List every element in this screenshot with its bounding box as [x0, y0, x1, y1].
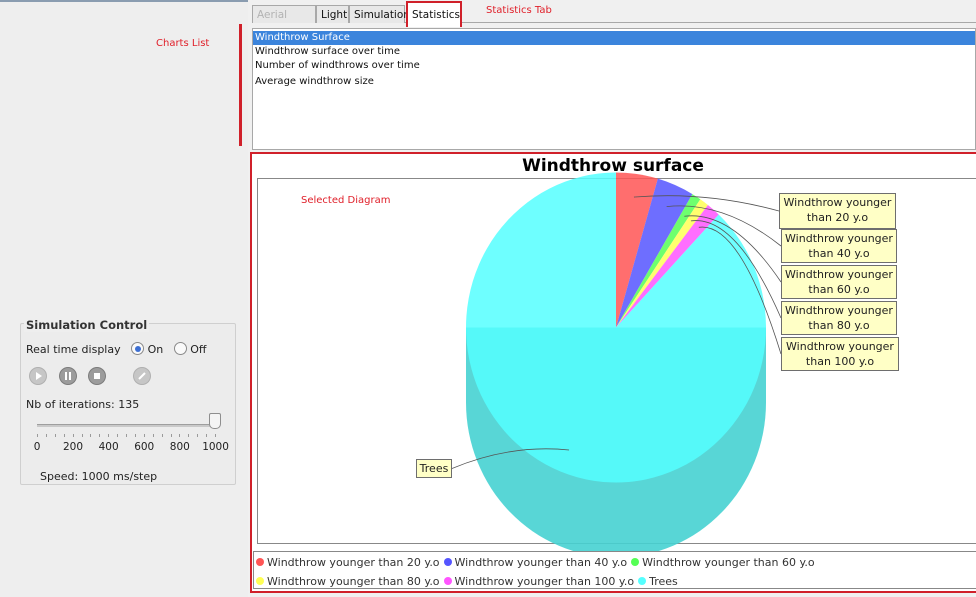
tab-statistics[interactable]: Statistics [406, 1, 462, 27]
slider-tick [170, 434, 172, 437]
legend-swatch [443, 577, 452, 585]
slider-tick [134, 434, 136, 437]
slider-tick [206, 434, 208, 437]
slider-tick-label: 800 [169, 441, 190, 453]
selected-diagram-annotation: Selected Diagram [301, 195, 391, 206]
real-time-on-label: On [147, 343, 164, 356]
slider-tick [152, 434, 154, 437]
slider-tick [45, 434, 47, 437]
slider-tick [126, 434, 127, 437]
legend-row: Windthrow younger than 20 y.o Windthrow y… [256, 556, 819, 569]
legend-item: Windthrow younger than 100 y.o [443, 575, 635, 588]
legend-label: Windthrow younger than 80 y.o [267, 575, 440, 588]
pause-icon [65, 372, 71, 380]
slider-tick [37, 434, 38, 437]
slider-tick [197, 434, 199, 437]
slider-tick [188, 434, 190, 437]
legend-label: Windthrow younger than 100 y.o [454, 575, 635, 588]
pie-callout-label: Windthrow younger than 40 y.o [781, 229, 897, 263]
slider-tick [63, 434, 65, 437]
pie-callout-label: Windthrow younger than 20 y.o [779, 193, 896, 229]
legend-label: Windthrow younger than 40 y.o [454, 556, 628, 569]
legend-swatch [256, 577, 264, 585]
play-icon [36, 372, 42, 380]
slider-tick-label: 600 [134, 441, 155, 453]
play-button[interactable] [29, 367, 47, 385]
slider-tick [81, 434, 83, 437]
pie-callout-label: Windthrow younger than 100 y.o [781, 337, 899, 371]
slider-tick [215, 434, 216, 437]
charts-list-item-windthrow-surface[interactable]: Windthrow Surface [253, 31, 975, 45]
charts-list-annotation: Charts List [156, 38, 210, 49]
tab-light[interactable]: Light [316, 5, 349, 23]
edit-button[interactable] [133, 367, 151, 385]
real-time-off-label: Off [190, 343, 207, 356]
legend-item: Windthrow younger than 20 y.o [256, 556, 440, 569]
legend-swatch [631, 558, 640, 566]
real-time-display-row: Real time display On Off [26, 342, 207, 356]
iterations-slider-thumb[interactable] [209, 413, 221, 429]
left-panel [0, 0, 245, 597]
real-time-display-label: Real time display [26, 343, 121, 356]
edit-icon [138, 372, 146, 380]
window-top-border [0, 0, 248, 2]
slider-tick [72, 434, 74, 437]
charts-list-item-number-over-time[interactable]: Number of windthrows over time [253, 59, 975, 73]
pie-callout-label: Trees [416, 459, 452, 478]
legend-item: Windthrow younger than 80 y.o [256, 575, 440, 588]
iterations-label: Nb of iterations: 135 [26, 398, 140, 411]
slider-tick [54, 434, 56, 437]
slider-tick [99, 434, 101, 437]
charts-list-item-surface-over-time[interactable]: Windthrow surface over time [253, 45, 975, 59]
real-time-on-radio[interactable] [131, 342, 145, 355]
slider-tick-label: 200 [63, 441, 84, 453]
slider-tick [108, 434, 110, 437]
tab-simulation[interactable]: Simulation [349, 5, 410, 23]
legend-label: Trees [649, 575, 678, 588]
pie-callout-label: Windthrow younger than 60 y.o [781, 265, 897, 299]
slider-tick [90, 434, 92, 437]
charts-list-annotation-line [239, 24, 242, 146]
pie-callout-label: Windthrow younger than 80 y.o [781, 301, 897, 335]
speed-label: Speed: 1000 ms/step [40, 470, 158, 483]
slider-tick-label: 400 [98, 441, 119, 453]
slider-tick-label: 1000 [202, 441, 229, 453]
slider-tick [143, 434, 145, 437]
stop-icon [94, 373, 100, 379]
slider-tick [161, 434, 163, 437]
slider-tick [117, 434, 119, 437]
chart-title: Windthrow surface [522, 156, 704, 176]
legend-label: Windthrow younger than 60 y.o [642, 556, 815, 569]
charts-list: Windthrow Surface Windthrow surface over… [252, 28, 976, 150]
legend-item: Windthrow younger than 40 y.o [443, 556, 628, 569]
legend-label: Windthrow younger than 20 y.o [267, 556, 440, 569]
slider-tick-label: 0 [33, 441, 41, 453]
charts-list-item-average-size[interactable]: Average windthrow size [253, 75, 975, 89]
legend-row: Windthrow younger than 80 y.o Windthrow y… [256, 575, 682, 588]
stop-button[interactable] [88, 367, 106, 385]
simulation-control-title: Simulation Control [24, 318, 150, 332]
tab-aerial-photo[interactable]: Aerial Photo [252, 5, 316, 39]
statistics-tab-annotation: Statistics Tab [486, 5, 552, 16]
legend-swatch [256, 558, 264, 566]
legend-item: Trees [638, 575, 678, 588]
slider-tick [179, 434, 181, 437]
pause-button[interactable] [59, 367, 77, 385]
legend-swatch [638, 577, 647, 585]
legend-swatch [443, 558, 452, 566]
iterations-slider-track[interactable] [37, 424, 218, 427]
legend-item: Windthrow younger than 60 y.o [631, 556, 815, 569]
real-time-off-radio[interactable] [173, 342, 187, 355]
